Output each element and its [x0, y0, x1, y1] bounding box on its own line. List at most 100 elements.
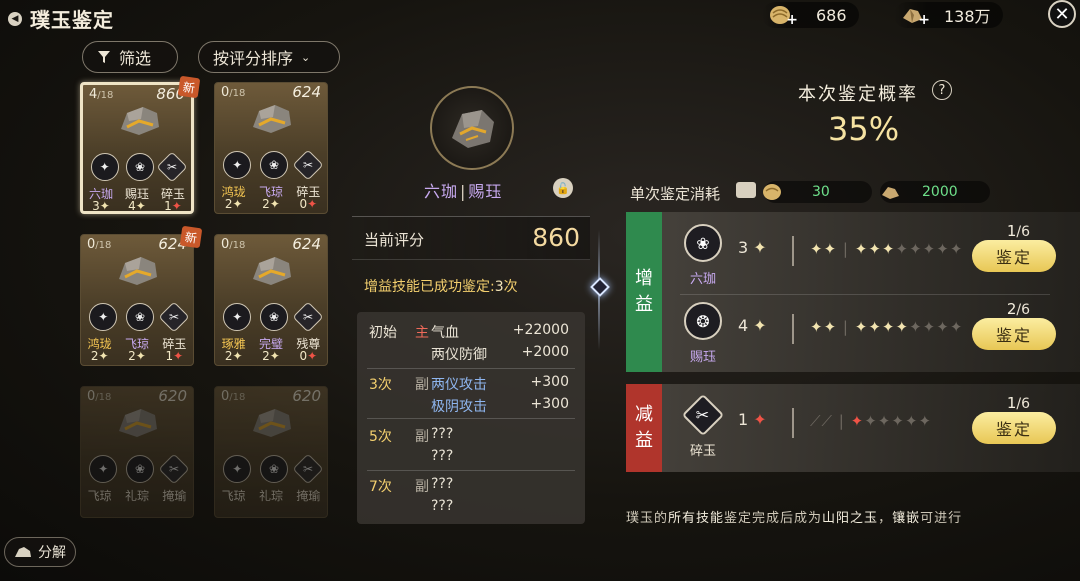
- skill-value-number: 0: [299, 349, 308, 363]
- page-title: 璞玉鉴定: [30, 8, 114, 32]
- star-icon: ✦: [868, 240, 882, 258]
- jade-stone-icon: [121, 107, 159, 135]
- skill-icon: ❀: [259, 151, 288, 179]
- debuff-side-char-1: 减: [635, 404, 653, 425]
- help-icon[interactable]: ?: [932, 80, 952, 100]
- skill-value: 2✦: [225, 197, 243, 211]
- skill-value: 2✦: [91, 349, 109, 363]
- skill-row-count-number: 3: [738, 238, 749, 257]
- gold-shell-icon: [763, 184, 781, 200]
- card-progress-total: /18: [229, 88, 246, 99]
- skill-value-number: 3: [92, 199, 100, 213]
- skill-value: 3✦: [92, 199, 110, 213]
- score-label: 当前评分: [364, 231, 425, 249]
- skill-name: 飞琼: [87, 489, 112, 503]
- jade-name-part2: 赐珏: [468, 182, 503, 201]
- jade-card[interactable]: 0/18 624 ✦ ❀ ✂ 琢雅 完璧 残尊 2✦ 2✦ 0✦: [214, 234, 328, 366]
- back-icon[interactable]: ◀: [8, 11, 22, 26]
- attribute-name: ???: [431, 426, 454, 442]
- close-button[interactable]: ✕: [1048, 0, 1076, 28]
- footer-highlight-3: 镶嵌: [892, 511, 921, 526]
- appraise-button[interactable]: 鉴定: [972, 412, 1056, 444]
- card-progress-total: /18: [229, 240, 246, 251]
- jade-card[interactable]: 0/18 624 ✦ ❀ ✂ 鸿珑 飞琼 碎玉 2✦ 2✦ 0✦: [214, 82, 328, 214]
- red-star-icon: ✦: [171, 199, 182, 213]
- filter-label: 筛选: [119, 49, 152, 68]
- attribute-name: 两仪防御: [431, 347, 487, 363]
- jade-card[interactable]: 0/18 620 ✦ ❀ ✂ 飞琼 礼琮 掩瑜: [80, 386, 194, 518]
- star-icon: ✦: [98, 349, 109, 363]
- jade-stone-icon: [119, 409, 157, 437]
- star-icon: ✦: [854, 318, 869, 336]
- skill-icon: ✦: [90, 153, 119, 181]
- attribute-name: 两仪攻击: [431, 377, 487, 393]
- ore-icon: +: [900, 4, 930, 28]
- attribute-tag: 副: [415, 377, 429, 393]
- skill-icon: ✂: [158, 453, 190, 485]
- card-score: 624: [292, 83, 321, 101]
- lock-icon[interactable]: 🔓: [553, 178, 573, 198]
- decompose-button[interactable]: 分解: [4, 537, 76, 567]
- attribute-name: ???: [431, 476, 454, 492]
- sort-dropdown[interactable]: 按评分排序 ⌄: [198, 41, 340, 73]
- keyboard-icon: [736, 182, 756, 198]
- skill-value-number: 2: [128, 349, 136, 363]
- sort-label: 按评分排序: [213, 49, 294, 68]
- star-track: ✦✦ | ✦✦✦✦✦✦✦✦: [810, 318, 963, 336]
- skill-icon: ✂: [156, 151, 188, 183]
- skill-icon: ✦: [89, 455, 118, 483]
- footer-prefix: 璞玉的: [626, 511, 669, 526]
- appraise-button[interactable]: 鉴定: [972, 318, 1056, 350]
- footer-mid: 鉴定完成后成为: [724, 511, 823, 526]
- jade-card[interactable]: 4/18 860 ✦ ❀ ✂ 六珈 赐珏 碎玉 3✦ 4✦ 1✦ 新: [80, 75, 201, 214]
- skill-row: ❂ 赐珏 4 ✦ ✦✦ | ✦✦✦✦✦✦✦✦ 2/6 鉴定: [662, 294, 1080, 370]
- title-bar: ◀ 璞玉鉴定: [8, 4, 114, 33]
- skill-row-count-number: 4: [738, 316, 749, 335]
- jade-stone-icon: [119, 257, 157, 285]
- jade-name: 六珈 | 赐珏: [424, 178, 502, 202]
- jade-stone-icon: [253, 409, 291, 437]
- star-icon: ✦: [864, 412, 878, 430]
- skill-row-name: 赐珏: [689, 350, 716, 365]
- buff-group: 增 益 ❀ 六珈 3 ✦ ✦✦ | ✦✦✦✦✦✦✦✦ 1/6 鉴定 ❂ 赐珏 4 ✦ ✦✦ | ✦…: [626, 212, 1080, 372]
- skill-icon: ✂: [158, 301, 190, 333]
- cost-shell: 30: [763, 181, 872, 203]
- star-icon: ✦: [135, 199, 146, 213]
- skill-value-number: 0: [299, 197, 308, 211]
- filter-button[interactable]: 筛选: [82, 41, 178, 73]
- star-icon: ✦: [753, 316, 767, 335]
- skill-value: 0✦: [299, 197, 317, 211]
- current-score-row: 当前评分 860: [352, 216, 590, 260]
- star-icon: ✦: [232, 349, 243, 363]
- appraise-button[interactable]: 鉴定: [972, 240, 1056, 272]
- resource-shell[interactable]: + 686: [762, 2, 859, 28]
- lotus-icon: ❀: [684, 224, 722, 262]
- separator: [792, 314, 794, 344]
- ore-icon: [882, 187, 899, 199]
- decompose-label: 分解: [38, 545, 66, 561]
- separator: [792, 408, 794, 438]
- jade-card[interactable]: 0/18 624 ✦ ❀ ✂ 鸿珑 飞琼 碎玉 2✦ 2✦ 1✦ 新: [80, 225, 203, 366]
- attribute-name: ???: [431, 498, 454, 514]
- card-progress: 0/18: [221, 237, 245, 252]
- slash-icon: ⟋⟋: [810, 412, 834, 430]
- progress-total: /6: [1016, 396, 1030, 412]
- resource-ore[interactable]: + 138万: [894, 2, 1003, 28]
- new-badge: 新: [179, 225, 203, 249]
- divider-diamond-icon: [590, 277, 610, 297]
- skill-row-progress: 1/6: [1007, 394, 1030, 412]
- attribute-name: ???: [431, 448, 454, 464]
- skill-value: 2✦: [262, 349, 280, 363]
- attribute-panel: 初始主气血 +22000 两仪防御 +2000 3次副两仪攻击 +300 极阴攻击 +300 5…: [357, 312, 585, 524]
- star-icon: ✦: [922, 318, 937, 336]
- footer-suffix: 可进行: [920, 511, 963, 526]
- success-text: 增益技能已成功鉴定:: [364, 279, 495, 295]
- jade-name-separator: |: [460, 182, 467, 201]
- skill-value: 1✦: [164, 199, 182, 213]
- funnel-icon: [98, 51, 110, 63]
- skill-name: 飞琼: [221, 489, 246, 503]
- separator: [792, 236, 794, 266]
- jade-card[interactable]: 0/18 620 ✦ ❀ ✂ 飞琼 礼琮 掩瑜: [214, 386, 328, 518]
- skill-value: 1✦: [165, 349, 183, 363]
- star-icon: ✦: [895, 240, 910, 258]
